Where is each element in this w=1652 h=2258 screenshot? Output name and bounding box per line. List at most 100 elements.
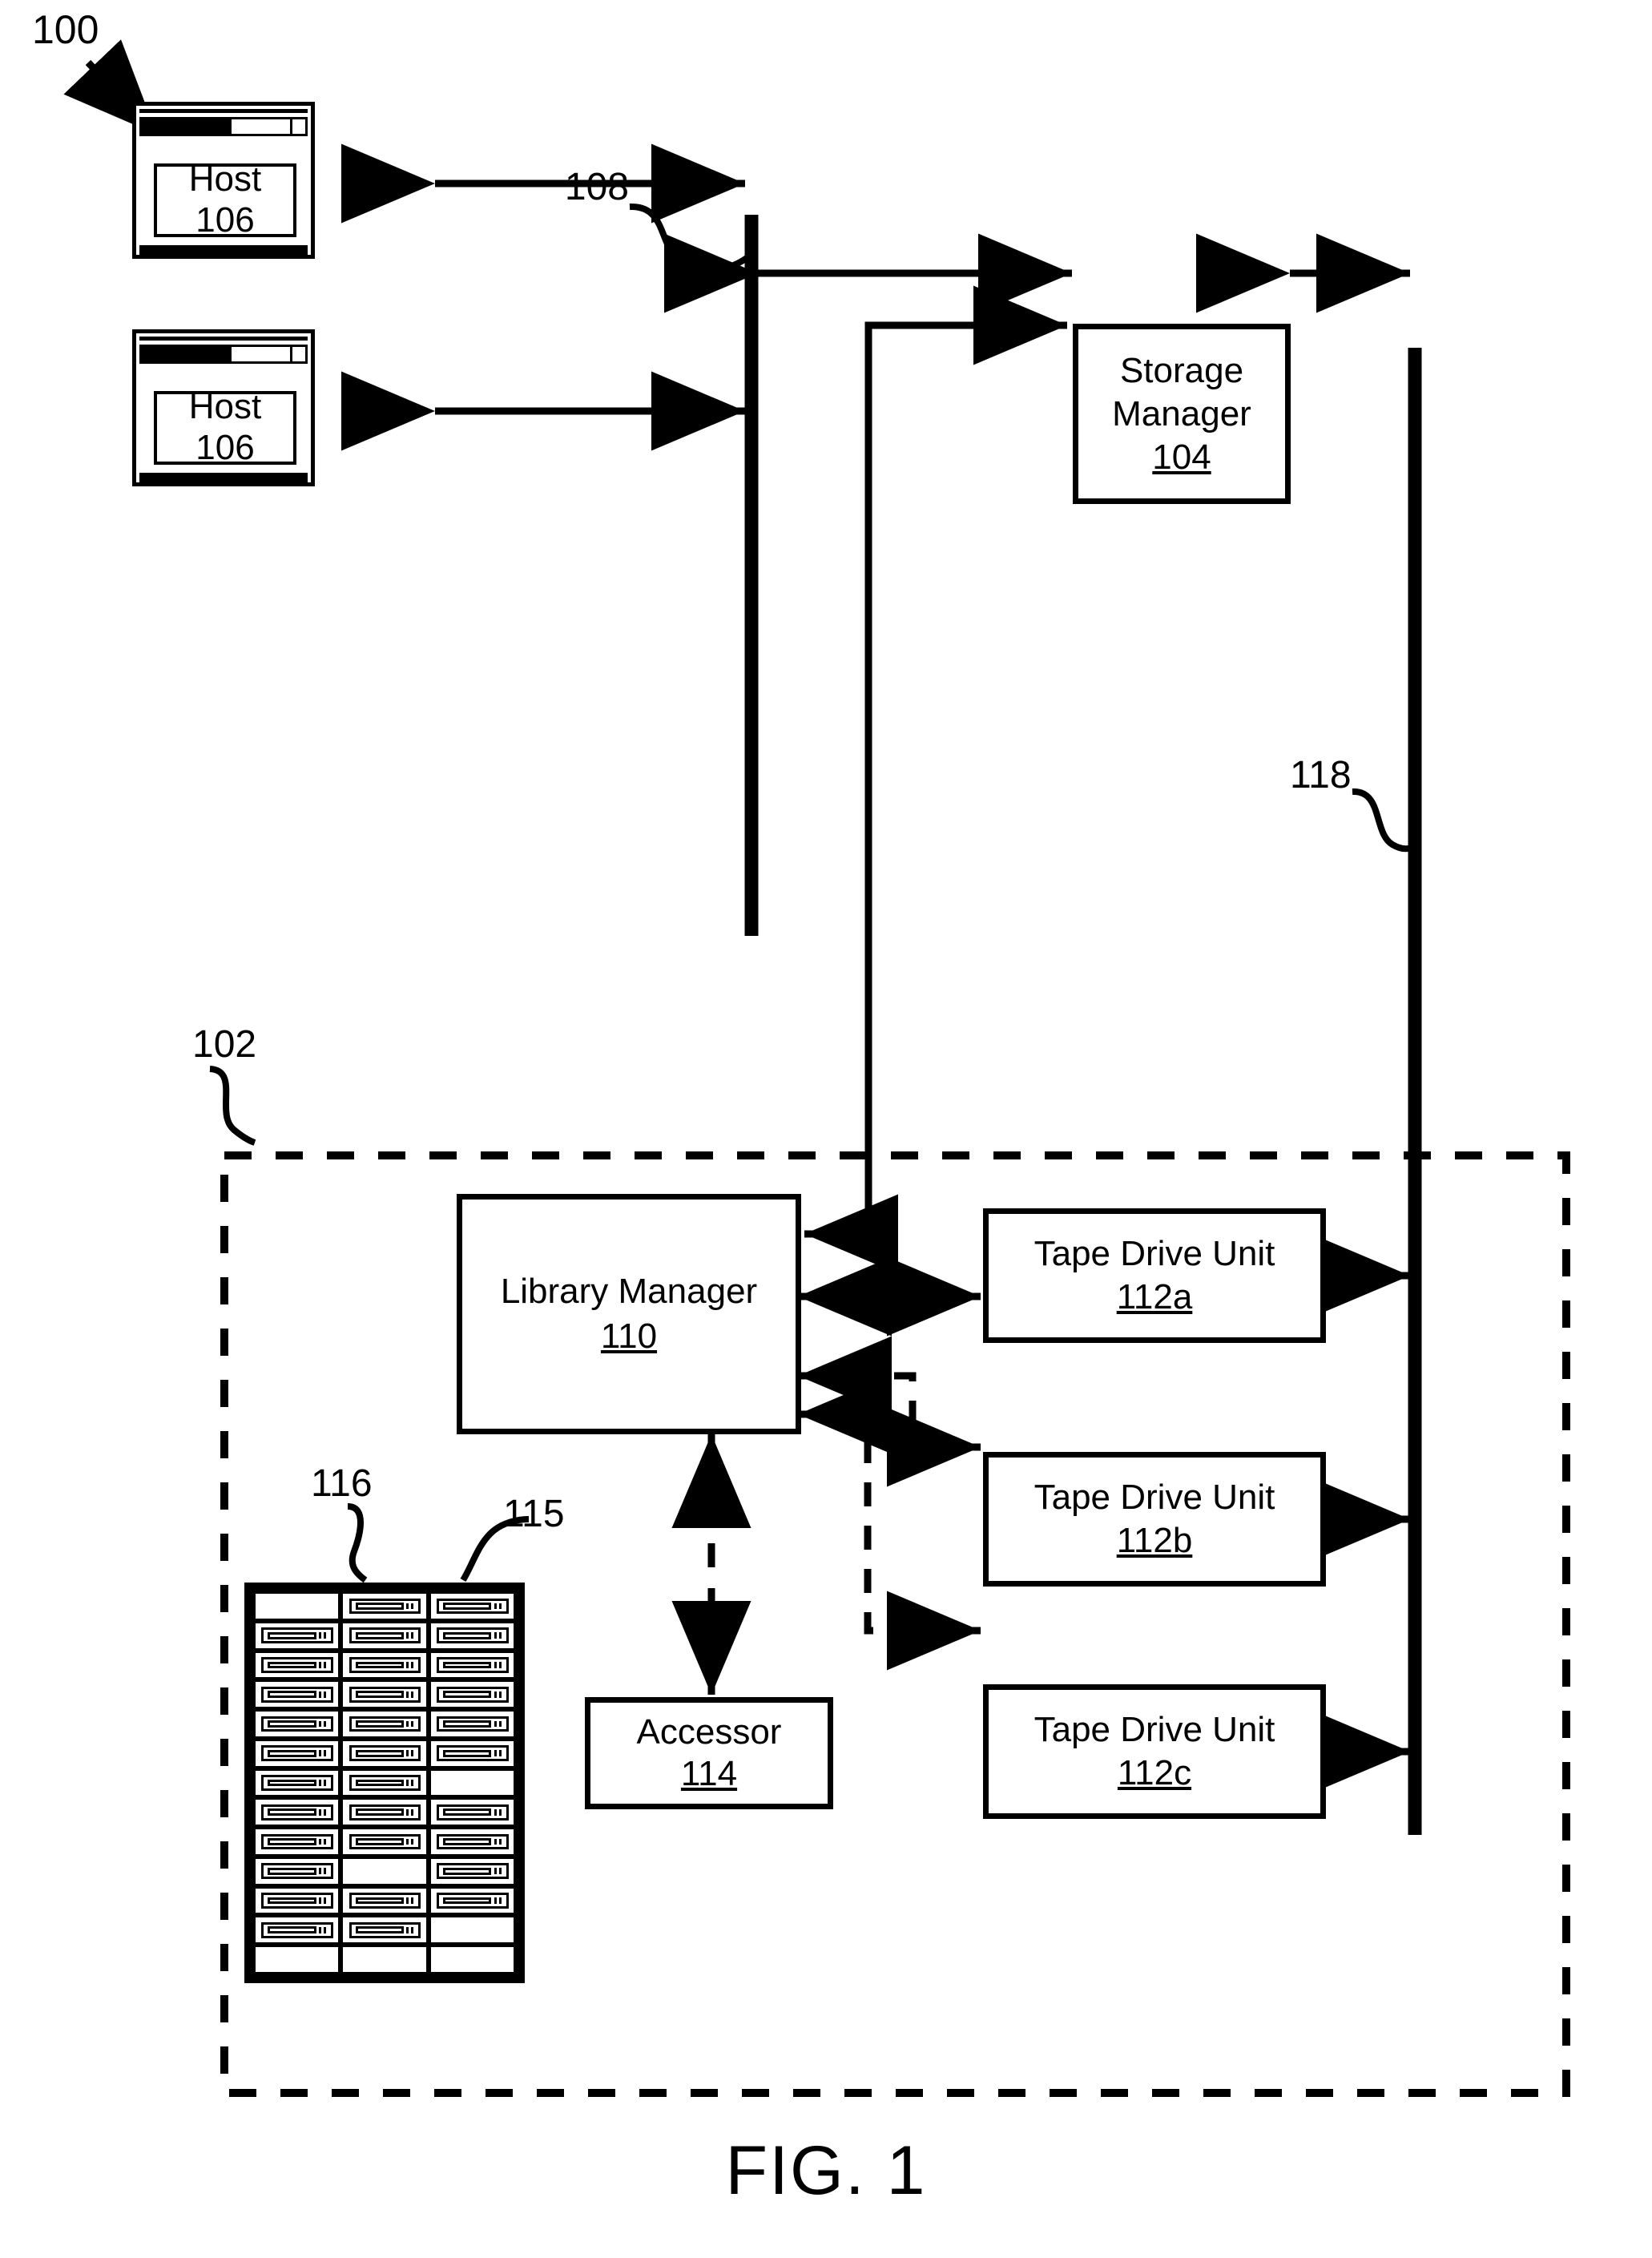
label-108: 108 [564, 166, 629, 208]
cartridge-notch-marks [319, 1750, 328, 1757]
accessor-title: Accessor [636, 1712, 782, 1752]
tape-drive-a-title: Tape Drive Unit [1034, 1234, 1275, 1273]
magazine-slot[interactable] [253, 1709, 341, 1739]
magazine-slot[interactable] [253, 1945, 341, 1974]
tape-cartridge[interactable] [261, 1745, 334, 1762]
magazine-slot[interactable] [253, 1797, 341, 1828]
magazine-slot[interactable] [428, 1709, 516, 1739]
magazine-slot[interactable] [340, 1679, 429, 1710]
cartridge-label-strip [268, 1749, 316, 1757]
magazine-slot[interactable] [340, 1856, 429, 1886]
magazine-slot[interactable] [253, 1620, 341, 1651]
tape-cartridge[interactable] [349, 1893, 421, 1909]
host-label: Host [188, 387, 262, 426]
cartridge-label-strip [355, 1691, 405, 1699]
cartridge-notch-marks [319, 1926, 328, 1933]
magazine-slot[interactable] [340, 1768, 429, 1798]
tape-drive-unit-c-box[interactable]: Tape Drive Unit 112c [983, 1684, 1326, 1819]
magazine-slot[interactable] [253, 1827, 341, 1857]
magazine-slot[interactable] [253, 1885, 341, 1916]
tape-cartridge[interactable] [261, 1775, 334, 1791]
magazine-slot[interactable] [340, 1709, 429, 1739]
tape-cartridge[interactable] [436, 1716, 509, 1732]
magazine-slot[interactable] [340, 1591, 429, 1621]
magazine-slot[interactable] [340, 1650, 429, 1680]
tape-cartridge[interactable] [349, 1833, 421, 1850]
magazine-slot[interactable] [340, 1797, 429, 1828]
magazine-slot[interactable] [428, 1827, 516, 1857]
cartridge-notch-marks [406, 1897, 416, 1904]
cartridge-label-strip [442, 1867, 492, 1875]
library-manager-box[interactable]: Library Manager 110 [457, 1194, 801, 1434]
magazine-slot[interactable] [428, 1679, 516, 1710]
tape-cartridge[interactable] [349, 1745, 421, 1762]
tape-cartridge[interactable] [349, 1657, 421, 1673]
tape-cartridge[interactable] [261, 1893, 334, 1909]
cartridge-notch-marks [406, 1662, 416, 1668]
tape-cartridge[interactable] [436, 1833, 509, 1850]
tape-cartridge[interactable] [436, 1657, 509, 1673]
tape-drive-c-ref: 112c [1117, 1753, 1192, 1792]
tape-drive-b-title: Tape Drive Unit [1034, 1478, 1275, 1517]
magazine-slot[interactable] [253, 1915, 341, 1946]
tape-cartridge[interactable] [349, 1716, 421, 1732]
accessor-box[interactable]: Accessor 114 [585, 1697, 833, 1809]
tape-drive-unit-a-box[interactable]: Tape Drive Unit 112a [983, 1208, 1326, 1343]
cartridge-label-strip [355, 1631, 405, 1639]
tape-cartridge[interactable] [349, 1686, 421, 1703]
tape-cartridge[interactable] [436, 1745, 509, 1762]
magazine-slot[interactable] [428, 1591, 516, 1621]
magazine-slot[interactable] [253, 1650, 341, 1680]
magazine-slot[interactable] [253, 1591, 341, 1621]
magazine-slot[interactable] [340, 1915, 429, 1946]
magazine-slot[interactable] [428, 1797, 516, 1828]
magazine-slot[interactable] [428, 1620, 516, 1651]
tape-cartridge[interactable] [261, 1804, 334, 1821]
tape-cartridge[interactable] [349, 1804, 421, 1821]
tape-cartridge[interactable] [349, 1921, 421, 1938]
tape-cartridge[interactable] [261, 1833, 334, 1850]
magazine-slot[interactable] [428, 1738, 516, 1768]
cartridge-label-strip [442, 1838, 492, 1845]
magazine-slot[interactable] [428, 1885, 516, 1916]
magazine-slot[interactable] [340, 1620, 429, 1651]
tape-cartridge[interactable] [261, 1657, 334, 1673]
magazine-slot[interactable] [428, 1945, 516, 1974]
tape-cartridge[interactable] [436, 1893, 509, 1909]
magazine-slot[interactable] [340, 1945, 429, 1974]
magazine-slot[interactable] [340, 1738, 429, 1768]
tape-cartridge[interactable] [349, 1598, 421, 1615]
magazine-slot[interactable] [428, 1768, 516, 1798]
tape-cartridge[interactable] [436, 1598, 509, 1615]
tape-cartridge[interactable] [349, 1627, 421, 1643]
host-title-bar [139, 109, 308, 113]
tape-cartridge[interactable] [436, 1627, 509, 1643]
tape-cartridge[interactable] [436, 1863, 509, 1880]
label-116: 116 [311, 1462, 373, 1505]
tape-cartridge[interactable] [349, 1775, 421, 1791]
magazine-slot[interactable] [253, 1679, 341, 1710]
tape-cartridge[interactable] [261, 1686, 334, 1703]
tape-cartridge[interactable] [261, 1921, 334, 1938]
magazine-slot[interactable] [340, 1827, 429, 1857]
magazine-slot[interactable] [340, 1885, 429, 1916]
cartridge-label-strip [442, 1720, 492, 1728]
cartridge-notch-marks [319, 1868, 328, 1875]
tape-cartridge[interactable] [261, 1863, 334, 1880]
magazine-slot[interactable] [253, 1768, 341, 1798]
tape-drive-unit-b-box[interactable]: Tape Drive Unit 112b [983, 1452, 1326, 1587]
cartridge-notch-marks [494, 1838, 503, 1845]
cartridge-magazine[interactable] [244, 1583, 525, 1983]
tape-cartridge[interactable] [436, 1804, 509, 1821]
cartridge-label-strip [442, 1602, 492, 1610]
drive-bus-118 [1352, 348, 1422, 1835]
tape-cartridge[interactable] [261, 1627, 334, 1643]
magazine-slot[interactable] [428, 1915, 516, 1946]
storage-manager-box[interactable]: Storage Manager 104 [1073, 324, 1291, 504]
magazine-slot[interactable] [428, 1650, 516, 1680]
tape-cartridge[interactable] [436, 1686, 509, 1703]
magazine-slot[interactable] [253, 1738, 341, 1768]
tape-cartridge[interactable] [261, 1716, 334, 1732]
magazine-slot[interactable] [428, 1856, 516, 1886]
magazine-slot[interactable] [253, 1856, 341, 1886]
